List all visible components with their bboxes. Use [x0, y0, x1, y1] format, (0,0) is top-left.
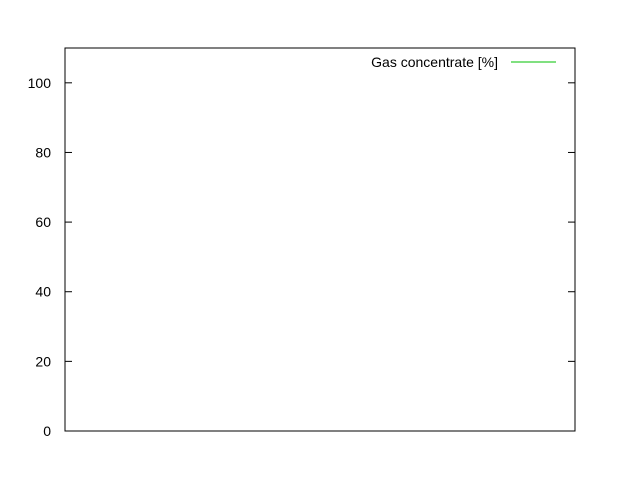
y-tick-label-40: 40 — [35, 284, 51, 300]
plot-frame — [64, 47, 576, 432]
legend: Gas concentrate [%] — [371, 54, 556, 70]
line-chart: 0 20 40 60 80 100 Gas concentrate [%] — [28, 47, 576, 439]
legend-label: Gas concentrate [%] — [371, 54, 498, 70]
y-tick-label-100: 100 — [28, 75, 52, 91]
y-tick-label-80: 80 — [35, 144, 51, 160]
y-axis-tick-labels: 0 20 40 60 80 100 — [28, 75, 52, 439]
y-tick-label-20: 20 — [35, 353, 51, 369]
y-tick-label-0: 0 — [43, 423, 51, 439]
y-tick-label-60: 60 — [35, 214, 51, 230]
y-axis-ticks — [65, 82, 575, 432]
chart-container: 0 20 40 60 80 100 Gas concentrate [%] — [0, 0, 640, 480]
